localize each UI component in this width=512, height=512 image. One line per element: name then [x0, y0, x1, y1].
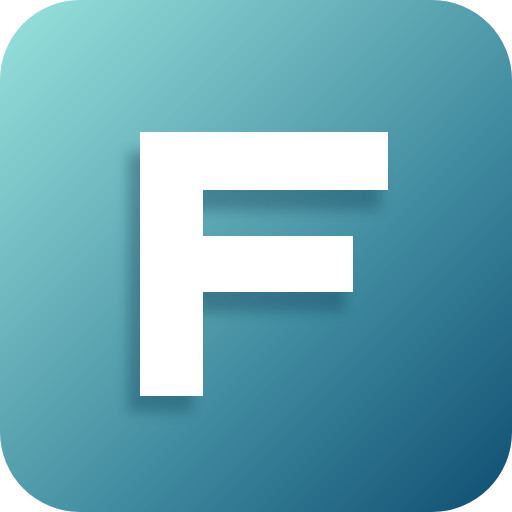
letter-f-icon: [128, 132, 388, 412]
app-icon[interactable]: F: [0, 0, 512, 512]
letter-f: [140, 132, 388, 396]
